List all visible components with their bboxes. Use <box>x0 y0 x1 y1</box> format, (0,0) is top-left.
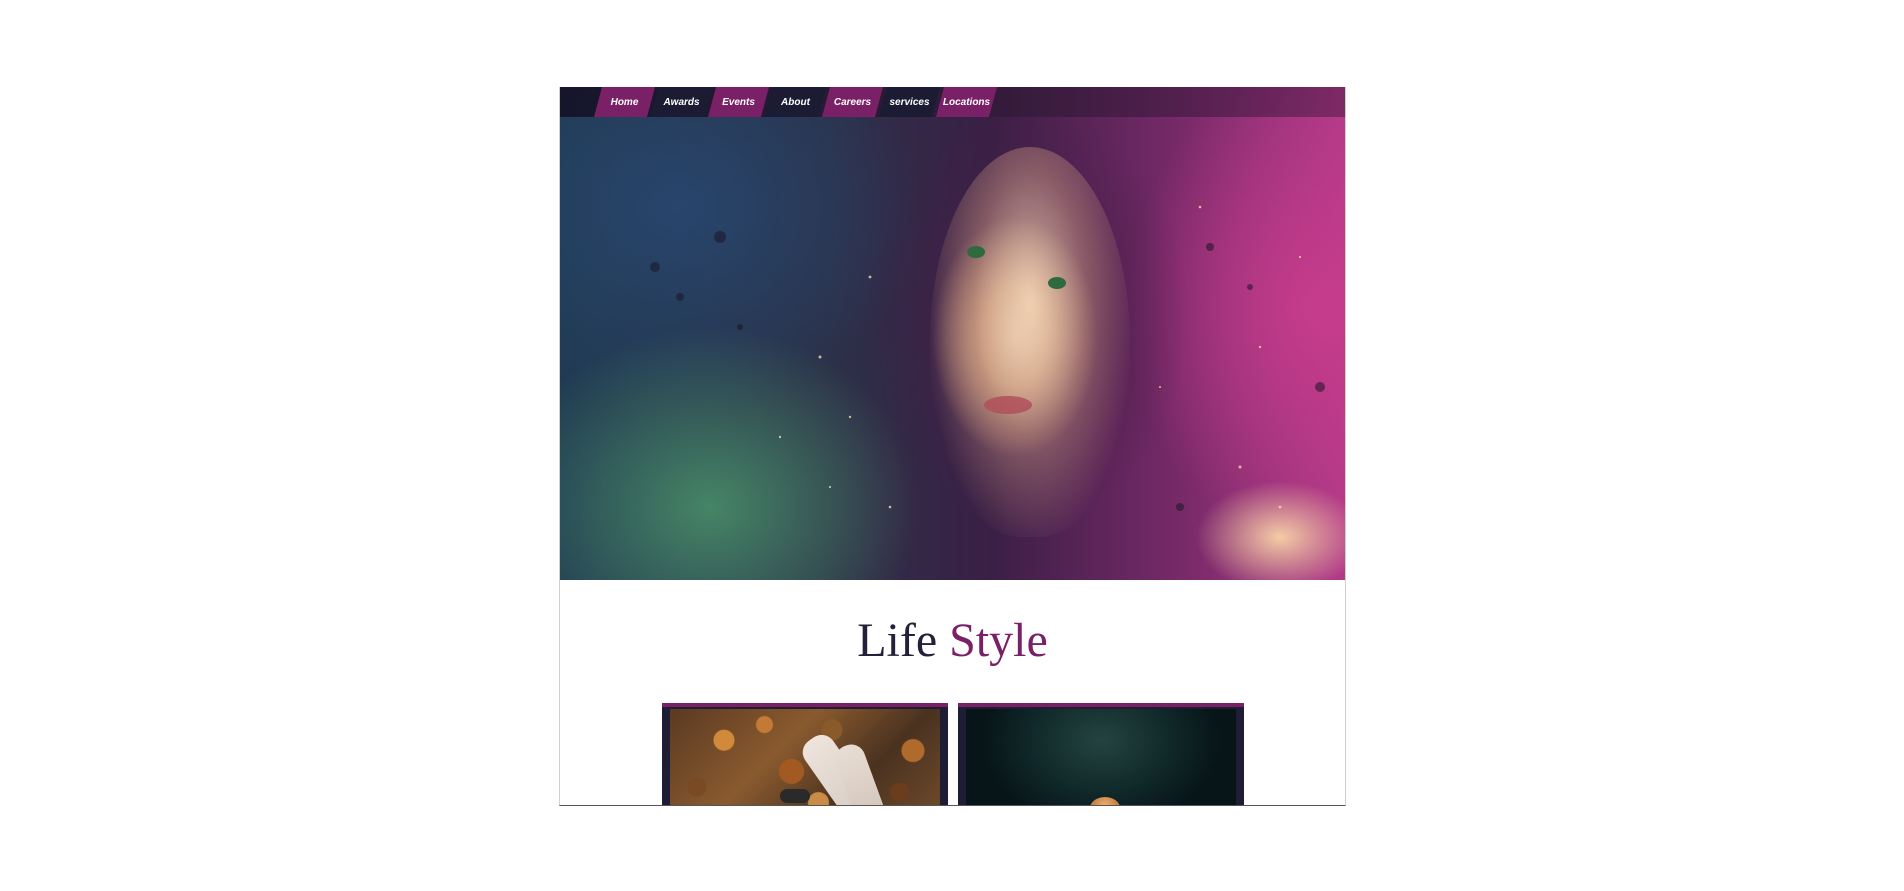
hero-speckle-texture <box>650 205 1325 511</box>
nav-item-services[interactable]: services <box>878 87 941 117</box>
lips <box>984 396 1032 414</box>
card-image-autumn-leaves <box>670 709 940 805</box>
hero-banner-image <box>560 87 1345 580</box>
nav-item-careers[interactable]: Careers <box>821 87 884 117</box>
card-image-dark-studio <box>966 709 1236 805</box>
shoe <box>780 789 810 803</box>
right-eye <box>1048 277 1066 289</box>
section-title: Life Style <box>560 613 1345 669</box>
page-container: Home Awards Events About Careers service… <box>559 87 1346 806</box>
section-title-word1: Life <box>857 614 938 667</box>
left-eye <box>967 246 985 258</box>
nav-item-events[interactable]: Events <box>707 87 770 117</box>
main-nav: Home Awards Events About Careers service… <box>593 87 998 117</box>
nav-item-awards[interactable]: Awards <box>650 87 713 117</box>
nav-item-label: Careers <box>833 96 872 108</box>
lifestyle-card-studio[interactable] <box>958 703 1244 805</box>
nav-item-label: Home <box>610 96 639 108</box>
nav-item-label: services <box>889 96 930 108</box>
section-title-word2: Style <box>949 614 1048 667</box>
lifestyle-card-autumn[interactable] <box>662 703 948 805</box>
nav-item-home[interactable]: Home <box>593 87 656 117</box>
nav-item-label: Awards <box>663 96 700 108</box>
nav-item-label: Locations <box>942 96 991 108</box>
studio-background <box>966 709 1236 805</box>
nav-item-locations[interactable]: Locations <box>935 87 998 117</box>
nav-item-label: Events <box>722 96 755 108</box>
nav-item-about[interactable]: About <box>764 87 827 117</box>
nav-item-label: About <box>781 96 810 108</box>
